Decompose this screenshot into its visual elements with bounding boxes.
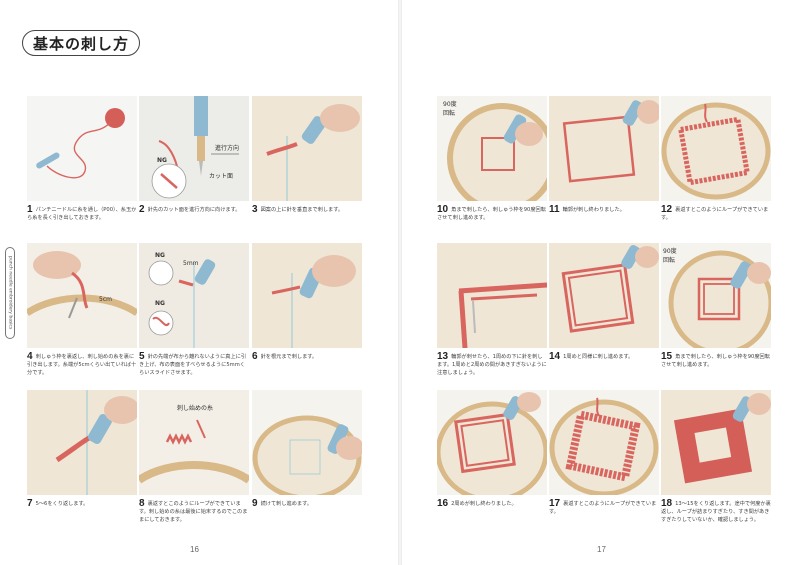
rotate-label-10: 回転	[443, 109, 455, 117]
step-4-photo: 5cm	[27, 243, 137, 348]
right-page: 90度 回転 10 角まで刺したら、刺しゅう枠を90度回転させて刺し進めます。 1…	[402, 0, 800, 565]
step-6-photo	[252, 243, 362, 348]
ng-label: NG	[157, 157, 167, 164]
step-14-photo	[549, 243, 659, 348]
step-10-photo: 90度 回転	[437, 96, 547, 201]
step-8-photo: 刺し始めの糸	[139, 390, 249, 495]
step-11-photo	[549, 96, 659, 201]
step-5-photo: NG NG 5mm	[139, 243, 249, 348]
ng-label-top: NG	[155, 252, 165, 259]
page-title: 基本の刺し方	[22, 30, 140, 56]
step-17-photo	[549, 390, 659, 495]
step-2-photo: NG 進行方向 カット面	[139, 96, 249, 201]
step-1-photo	[27, 96, 137, 201]
ninety-deg-label-15: 90度	[663, 247, 677, 255]
side-tab-left: punch needle embroidery basics	[5, 247, 15, 339]
direction-label: 進行方向	[215, 144, 239, 152]
ninety-deg-label-10: 90度	[443, 100, 457, 108]
five-cm-label: 5cm	[99, 296, 112, 303]
step-3-photo	[252, 96, 362, 201]
page-number-left: 16	[190, 545, 199, 554]
step-12-photo	[661, 96, 771, 201]
cut-face-label: カット面	[209, 173, 233, 180]
step-9-photo	[252, 390, 362, 495]
step-15-photo: 90度 回転	[661, 243, 771, 348]
page-number-right: 17	[597, 545, 606, 554]
step-7-photo	[27, 390, 137, 495]
step-16-photo	[437, 390, 547, 495]
step-13-photo	[437, 243, 547, 348]
left-page: 基本の刺し方 1 パンチニードルに糸を通し（P00）、糸玉から糸を長く引き出してお…	[0, 0, 398, 565]
step-18-photo	[661, 390, 771, 495]
start-thread-label: 刺し始めの糸	[177, 404, 213, 412]
ng-label-bottom: NG	[155, 300, 165, 307]
rotate-label-15: 回転	[663, 256, 675, 264]
five-mm-label: 5mm	[183, 260, 199, 267]
